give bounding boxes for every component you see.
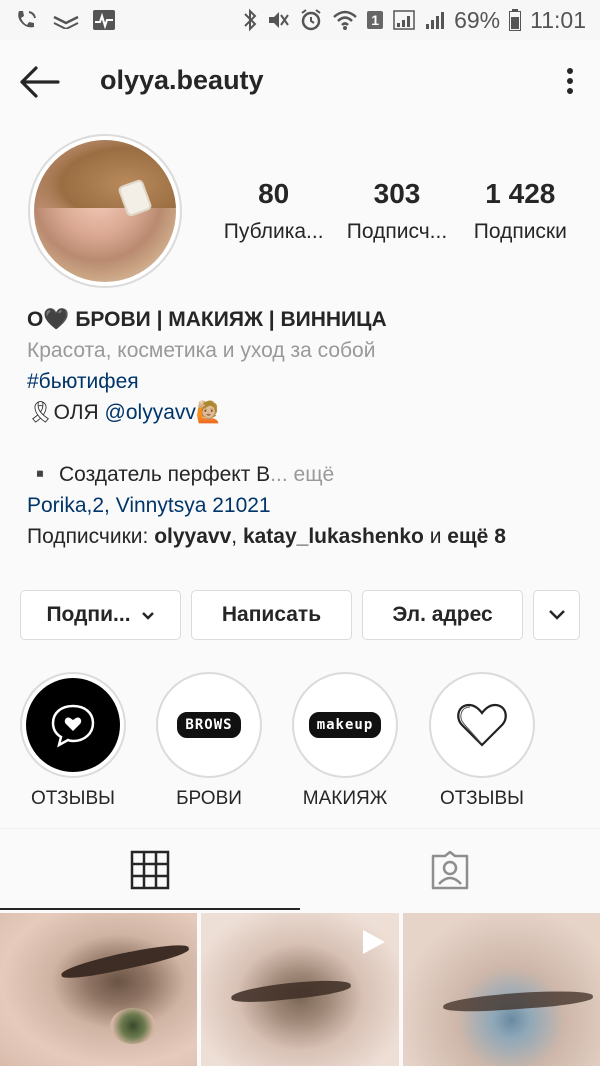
more-options-icon[interactable] [558,66,582,98]
hashtag-link[interactable]: #бьютифея [27,366,587,397]
subscribe-label: Подпи... [46,603,131,626]
profile-stats: 80 Публика... 303 Подписч... 1 428 Подпи… [212,178,582,244]
chat-heart-icon [26,678,120,772]
posts-label: Публика... [223,220,324,243]
alarm-icon [299,8,323,32]
tab-tagged[interactable] [300,829,600,910]
profile-name: О🖤 БРОВИ | МАКИЯЖ | ВИННИЦА [27,308,387,331]
stat-posts[interactable]: 80 Публика... [212,178,335,244]
highlight-reviews-1[interactable]: ОТЗЫВЫ [20,672,126,810]
highlight-label: ОТЗЫВЫ [440,788,524,809]
bio-line-mention: 🎗ОЛЯ @olyyavv🙋🏼 [27,401,223,424]
posts-count: 80 [258,178,290,209]
address-link[interactable]: Porika,2, Vinnytsya 21021 [27,490,587,521]
call-icon [14,9,40,31]
post-thumbnail[interactable] [0,913,198,1066]
profile-category: Красота, косметика и уход за собой [27,339,376,362]
video-play-icon [359,927,387,962]
stat-followers[interactable]: 303 Подписч... [335,178,458,244]
email-notification-icon [52,11,80,29]
battery-icon [509,9,522,31]
followers-label: Подписч... [346,220,448,243]
grid-icon [130,850,170,889]
heart-icon [435,678,529,772]
highlight-brows[interactable]: BROWS БРОВИ [156,672,262,810]
mention-link[interactable]: @olyyavv [105,401,196,424]
signal-icon [392,9,416,31]
chevron-down-icon [548,610,565,620]
tagged-icon [431,850,469,889]
highlight-reviews-2[interactable]: ОТЗЫВЫ [429,672,535,810]
post-thumbnail[interactable] [402,913,600,1066]
following-label: Подписки [473,220,567,243]
status-bar: 1 69% 11:01 [0,0,600,40]
makeup-badge: makeup [298,678,392,772]
email-button[interactable]: Эл. адрес [362,590,523,640]
battery-percent: 69% [454,6,501,33]
subscribe-button[interactable]: Подпи... [20,590,181,640]
avatar-photo [34,140,176,282]
suggested-toggle-button[interactable] [533,590,580,640]
activity-icon [92,9,116,31]
username-title: olyya.beauty [100,65,264,95]
brows-badge: BROWS [162,678,256,772]
bio-more-link[interactable]: ... ещё [270,463,334,486]
stat-following[interactable]: 1 428 Подписки [459,178,582,244]
highlight-makeup[interactable]: makeup МАКИЯЖ [292,672,398,810]
following-count: 1 428 [485,178,556,209]
wifi-icon [332,9,358,31]
profile-header: olyya.beauty [0,40,600,122]
followers-count: 303 [373,178,421,209]
bio-bullet-line: ▪️ Создатель перфект В... ещё [27,463,335,486]
message-button[interactable]: Написать [191,590,352,640]
profile-bio: О🖤 БРОВИ | МАКИЯЖ | ВИННИЦА Красота, кос… [27,304,587,552]
tab-grid[interactable] [0,829,300,910]
mutual-followers[interactable]: Подписчики: olyyavv, katay_lukashenko и … [27,521,587,552]
mute-icon [266,9,290,31]
back-arrow-icon[interactable] [18,64,62,100]
bluetooth-icon [243,8,257,32]
signal-icon-2 [425,9,445,31]
clock: 11:01 [530,6,586,33]
chevron-down-icon [141,603,155,627]
profile-avatar[interactable] [28,134,182,288]
sim-badge: 1 [367,11,384,29]
post-thumbnail-video[interactable] [201,913,399,1066]
posts-grid [0,913,600,1066]
profile-tabs [0,828,600,910]
